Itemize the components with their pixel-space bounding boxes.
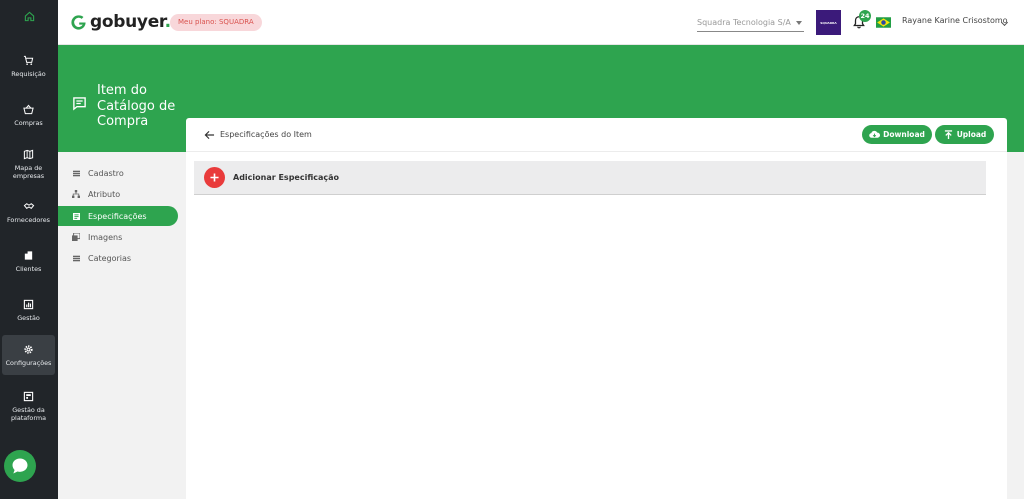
sidebar-item-label: Fornecedores <box>6 216 50 224</box>
sidebar-item-compras[interactable]: Compras <box>2 95 55 135</box>
back-arrow-icon[interactable] <box>204 130 215 140</box>
subnav-item-label: Atributo <box>88 189 121 199</box>
top-header: gobuyer. Meu plano: SQUADRA Squadra Tecn… <box>58 0 1024 45</box>
gear-icon <box>23 343 35 355</box>
sidebar-item-label: Clientes <box>15 265 42 273</box>
company-logo: SQUADRA <box>816 10 841 35</box>
dashboard-icon <box>23 390 35 402</box>
cloud-download-icon <box>869 130 881 139</box>
upload-button[interactable]: Upload <box>935 125 994 144</box>
sidebar-item-gestao-da-plataforma[interactable]: Gestão da plataforma <box>2 384 55 428</box>
sidebar-item-label: Compras <box>14 119 43 127</box>
sidebar-item-label: Mapa de empresas <box>12 164 45 180</box>
sidebar-item-mapa-de-empresas[interactable]: Mapa de empresas <box>2 142 55 186</box>
upload-icon <box>943 129 954 139</box>
sidebar-item-gestao[interactable]: Gestão <box>2 290 55 330</box>
basket-icon <box>23 103 35 115</box>
sidebar-item-label: Requisição <box>11 70 46 78</box>
subnav-item-label: Categorias <box>88 253 132 263</box>
card-title: Especificações do Item <box>220 130 312 139</box>
subnav-item-cadastro[interactable]: Cadastro <box>58 163 178 183</box>
sidebar-item-configuracoes[interactable]: Configurações <box>2 335 55 375</box>
company-select[interactable]: Squadra Tecnologia S/A <box>697 14 804 32</box>
sidebar-item-label: Gestão da plataforma <box>11 406 46 422</box>
handshake-icon <box>23 200 35 212</box>
main-sidebar: Requisição Compras Mapa de empresas Forn… <box>0 0 58 499</box>
add-specification-label: Adicionar Especificação <box>233 173 340 182</box>
sidebar-item-label: Gestão <box>17 314 40 322</box>
sidebar-item-requisicao[interactable]: Requisição <box>2 46 55 86</box>
catalog-item-icon <box>73 97 86 111</box>
specs-icon <box>72 212 80 220</box>
plus-icon <box>210 173 219 182</box>
subnav-item-especificacoes[interactable]: Especificações <box>58 206 178 226</box>
chat-button[interactable] <box>4 450 36 482</box>
building-icon <box>23 249 35 261</box>
subnav-item-categorias[interactable]: Categorias <box>58 248 178 268</box>
home-button[interactable] <box>0 0 58 32</box>
cart-icon <box>23 54 35 66</box>
item-sections-nav: Cadastro Atributo Especificações Imagens… <box>58 152 186 499</box>
map-icon <box>23 148 35 160</box>
page-title: Item do Catálogo de Compra <box>97 83 176 130</box>
subnav-item-label: Especificações <box>88 211 147 221</box>
subnav-item-imagens[interactable]: Imagens <box>58 227 178 247</box>
subnav-item-label: Imagens <box>88 232 123 242</box>
upload-label: Upload <box>956 130 987 139</box>
sidebar-item-fornecedores[interactable]: Fornecedores <box>2 192 55 232</box>
home-icon <box>24 11 34 21</box>
subnav-item-label: Cadastro <box>88 168 124 178</box>
notification-count-badge: 24 <box>859 10 871 22</box>
list-icon <box>72 169 80 177</box>
chat-bubble-icon <box>12 458 28 474</box>
gobuyer-logo-icon <box>71 14 86 30</box>
brazil-flag-icon[interactable] <box>876 17 891 28</box>
brand-logo[interactable]: gobuyer. <box>70 12 171 32</box>
download-label: Download <box>883 130 925 139</box>
card-header: Especificações do Item Download Upload <box>186 118 1007 152</box>
brand-name: gobuyer <box>90 12 165 32</box>
add-specification-row[interactable]: Adicionar Especificação <box>194 161 986 195</box>
download-button[interactable]: Download <box>862 125 932 144</box>
list-icon <box>72 254 80 262</box>
add-specification-button[interactable] <box>204 167 225 188</box>
hierarchy-icon <box>72 190 80 198</box>
image-gallery-icon <box>72 233 80 241</box>
sidebar-item-clientes[interactable]: Clientes <box>2 241 55 281</box>
chart-icon <box>23 298 35 310</box>
specifications-card: Especificações do Item Download Upload A… <box>186 118 1007 499</box>
company-select-value: Squadra Tecnologia S/A <box>697 18 791 27</box>
plan-badge[interactable]: Meu plano: SQUADRA <box>170 14 262 31</box>
subnav-item-atributo[interactable]: Atributo <box>58 184 178 204</box>
caret-down-icon <box>796 21 802 25</box>
sidebar-item-label: Configurações <box>5 359 52 367</box>
user-name[interactable]: Rayane Karine Crisostomo <box>902 16 1008 25</box>
